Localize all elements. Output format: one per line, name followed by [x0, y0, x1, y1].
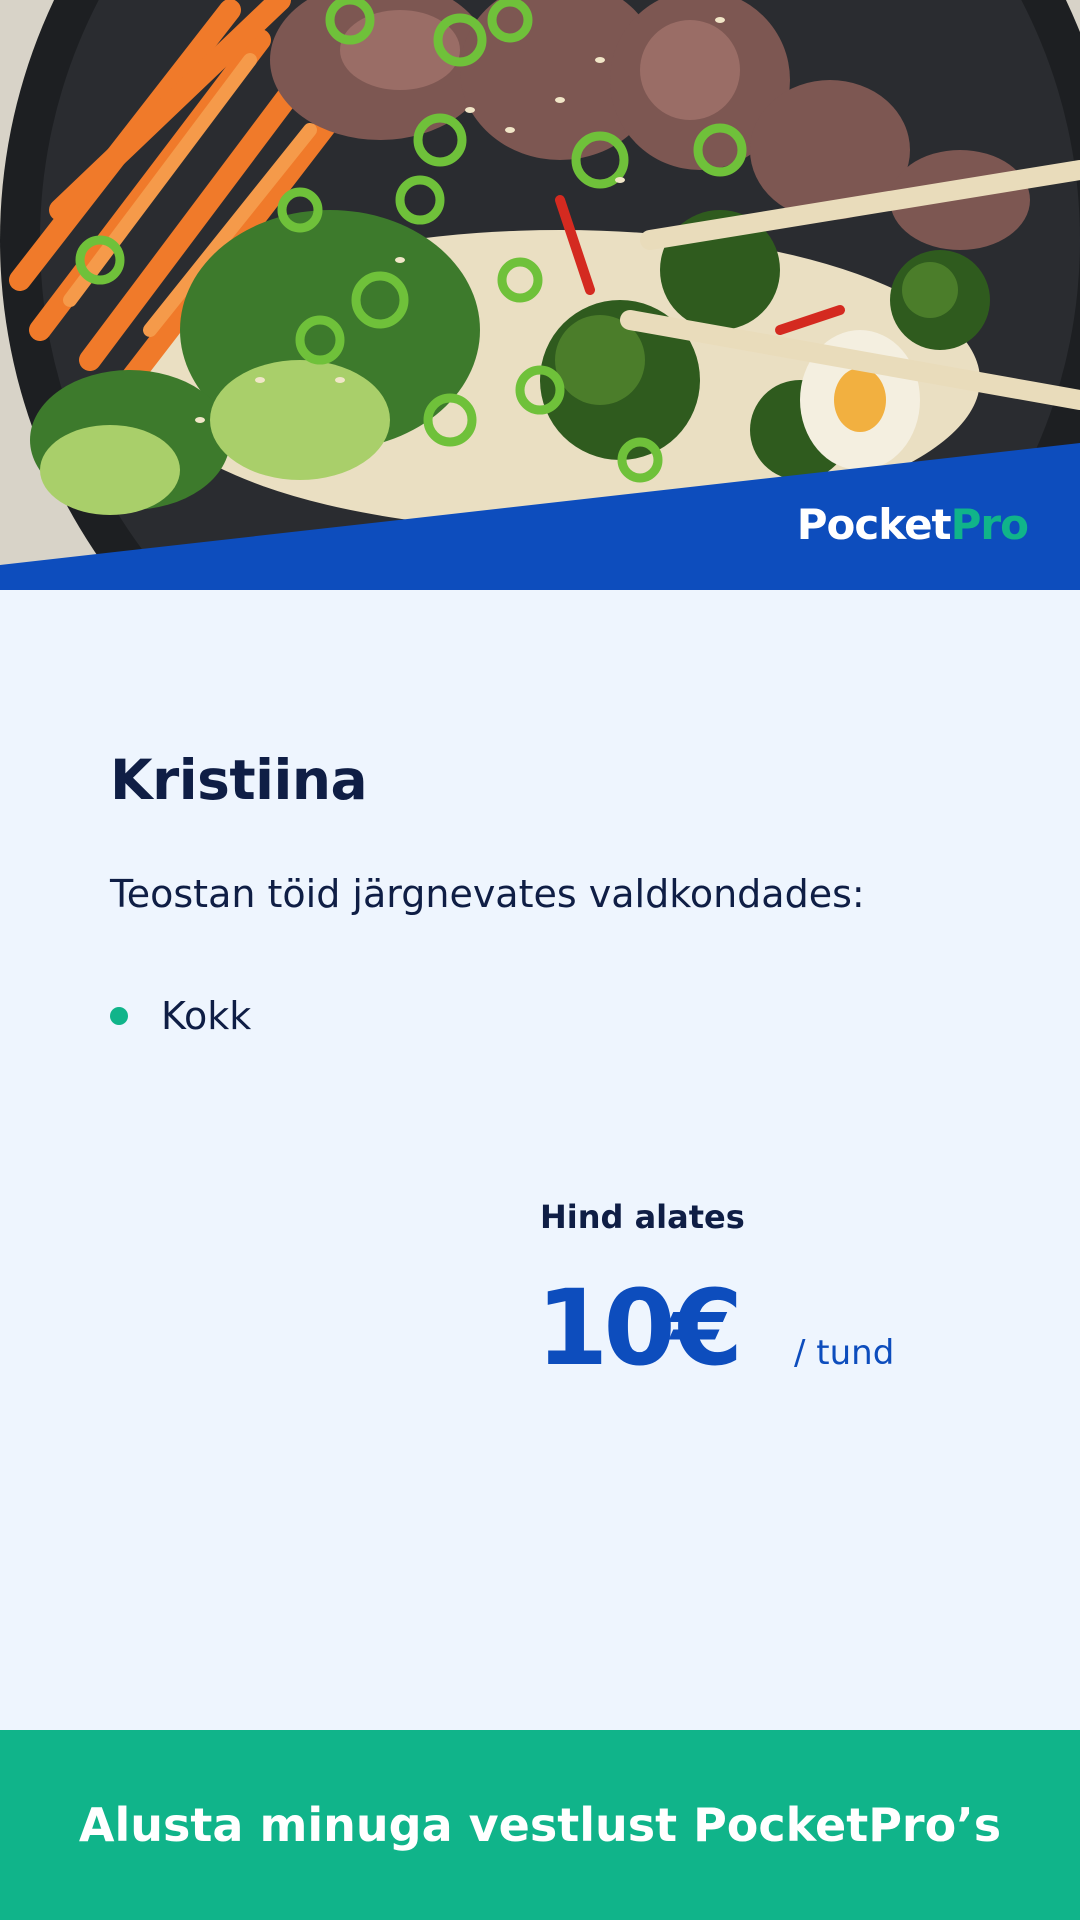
profile-name: Kristiina: [110, 748, 368, 812]
pocketpro-logo: PocketPro: [796, 500, 1029, 550]
skills-list: Kokk: [110, 990, 251, 1042]
price-amount: 10€: [536, 1267, 743, 1389]
logo-text-pro: Pro: [950, 500, 1029, 549]
skill-label: Kokk: [161, 994, 252, 1038]
logo-text-pocket: Pocket: [796, 500, 952, 549]
hero-banner: PocketPro: [0, 0, 1080, 590]
price-title: Hind alates: [540, 1198, 745, 1236]
start-chat-button[interactable]: Alusta minuga vestlust PocketPro’s: [0, 1730, 1080, 1920]
price-unit: / tund: [794, 1333, 895, 1373]
skill-item: Kokk: [110, 990, 251, 1042]
profile-intro: Teostan töid järgnevates valdkondades:: [110, 872, 865, 916]
bullet-dot-icon: [110, 1007, 128, 1025]
